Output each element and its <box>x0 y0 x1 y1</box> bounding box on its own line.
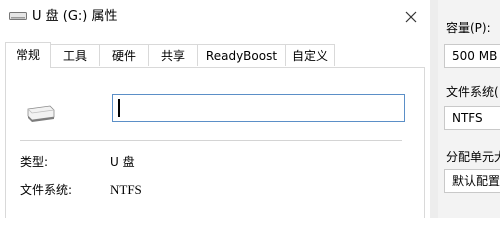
capacity-label: 容量(P): <box>446 21 491 35</box>
screen: U 盘 (G:) 属性 常规 工具 硬件 共享 ReadyBoost 自定义 类… <box>0 0 500 218</box>
capacity-value: 500 MB <box>452 49 498 63</box>
filesystem-select[interactable]: NTFS <box>444 106 500 130</box>
tab-customize[interactable]: 自定义 <box>285 44 335 66</box>
properties-dialog: U 盘 (G:) 属性 常规 工具 硬件 共享 ReadyBoost 自定义 类… <box>0 0 429 218</box>
filesystem-select-value: NTFS <box>452 111 483 125</box>
tab-strip: 常规 工具 硬件 共享 ReadyBoost 自定义 <box>5 42 425 68</box>
separator <box>20 140 402 141</box>
format-window: 容量(P): 500 MB 文件系统( NTFS 分配单元大 默认配置 <box>438 0 500 218</box>
capacity-select[interactable]: 500 MB <box>444 44 500 68</box>
usb-drive-icon <box>27 105 55 122</box>
tab-tools[interactable]: 工具 <box>50 44 100 66</box>
drive-name-input[interactable] <box>112 94 405 122</box>
tab-readyboost[interactable]: ReadyBoost <box>197 44 286 66</box>
filesystem-value: NTFS <box>110 182 142 197</box>
tab-sharing[interactable]: 共享 <box>148 44 198 66</box>
filesystem-label: 文件系统: <box>20 183 73 197</box>
allocation-label: 分配单元大 <box>446 150 500 164</box>
drive-icon <box>9 12 27 20</box>
type-label: 类型: <box>20 155 49 169</box>
filesystem-select-label: 文件系统( <box>446 85 499 99</box>
type-value: U 盘 <box>110 155 135 169</box>
allocation-value: 默认配置 <box>452 174 500 188</box>
window-gap <box>430 0 438 218</box>
close-icon[interactable] <box>398 4 424 30</box>
tab-hardware[interactable]: 硬件 <box>99 44 149 66</box>
text-caret <box>118 99 120 117</box>
allocation-select[interactable]: 默认配置 <box>444 169 500 193</box>
window-title: U 盘 (G:) 属性 <box>32 9 118 24</box>
tab-general[interactable]: 常规 <box>5 42 51 68</box>
general-panel: 类型: U 盘 文件系统: NTFS <box>5 67 425 218</box>
title-bar: U 盘 (G:) 属性 <box>0 0 429 36</box>
